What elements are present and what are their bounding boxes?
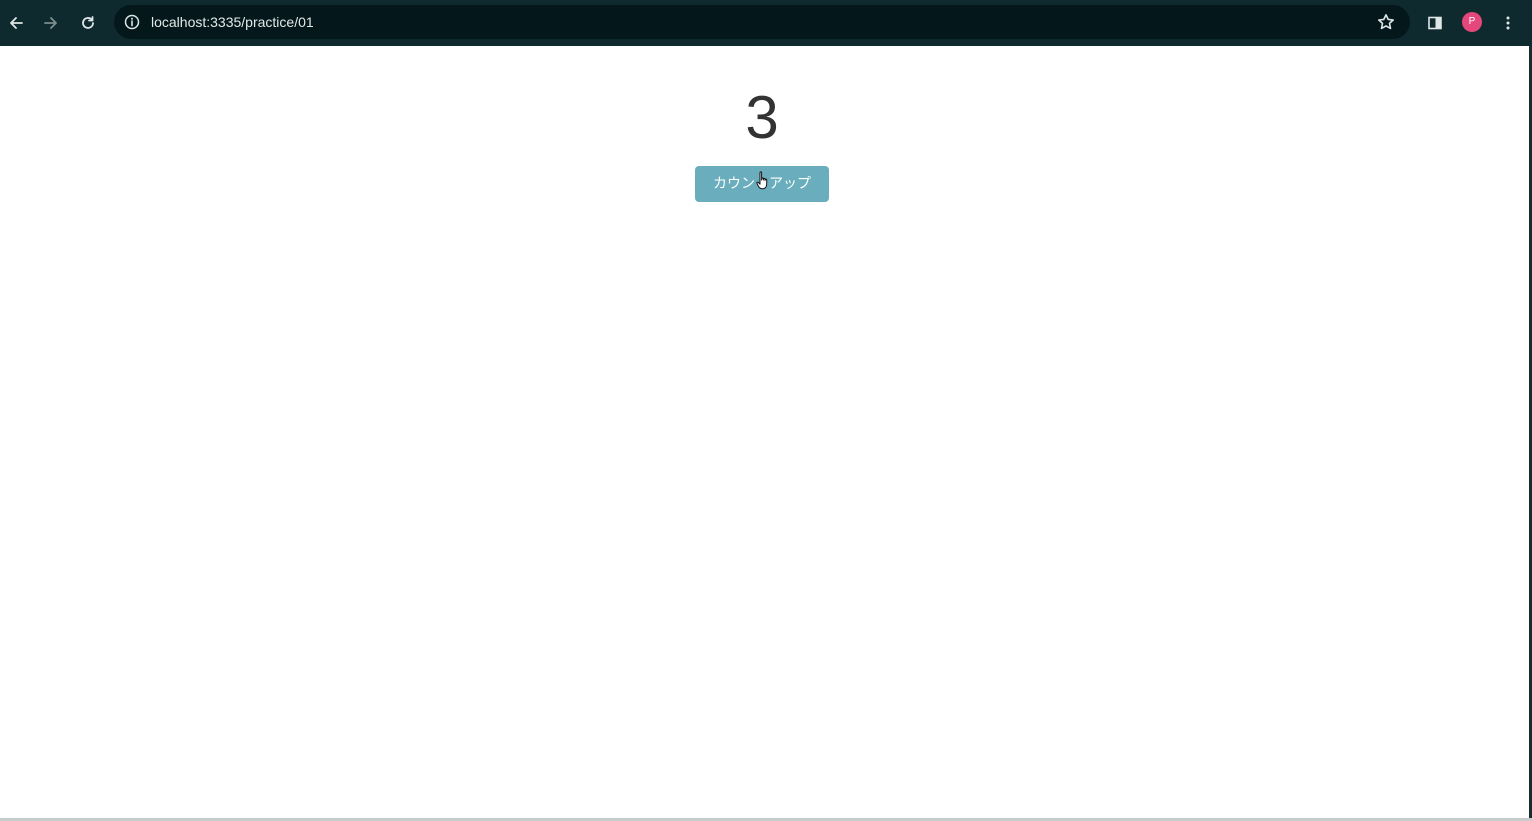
forward-button[interactable]: [36, 8, 66, 38]
site-info-icon: [124, 14, 140, 30]
side-panel-icon: [1428, 16, 1442, 30]
reload-button[interactable]: [73, 8, 103, 38]
browser-toolbar: localhost:3335/practice/01 P: [0, 0, 1532, 46]
counter-value: 3: [745, 84, 779, 151]
bookmark-star-icon: [1378, 14, 1394, 30]
bookmark-button[interactable]: [1374, 10, 1398, 34]
side-panel-button[interactable]: [1420, 8, 1450, 38]
reload-icon: [82, 16, 94, 29]
url-text[interactable]: localhost:3335/practice/01: [151, 14, 314, 30]
back-button[interactable]: [1, 8, 31, 38]
count-up-button[interactable]: カウントアップ: [695, 166, 829, 202]
profile-avatar[interactable]: P: [1462, 12, 1482, 32]
back-arrow-icon: [10, 17, 23, 29]
address-bar[interactable]: localhost:3335/practice/01: [114, 5, 1410, 39]
forward-arrow-icon: [44, 17, 57, 29]
site-info-button[interactable]: [120, 10, 144, 34]
more-menu-icon: [1506, 16, 1510, 30]
more-menu-button[interactable]: [1493, 8, 1523, 38]
